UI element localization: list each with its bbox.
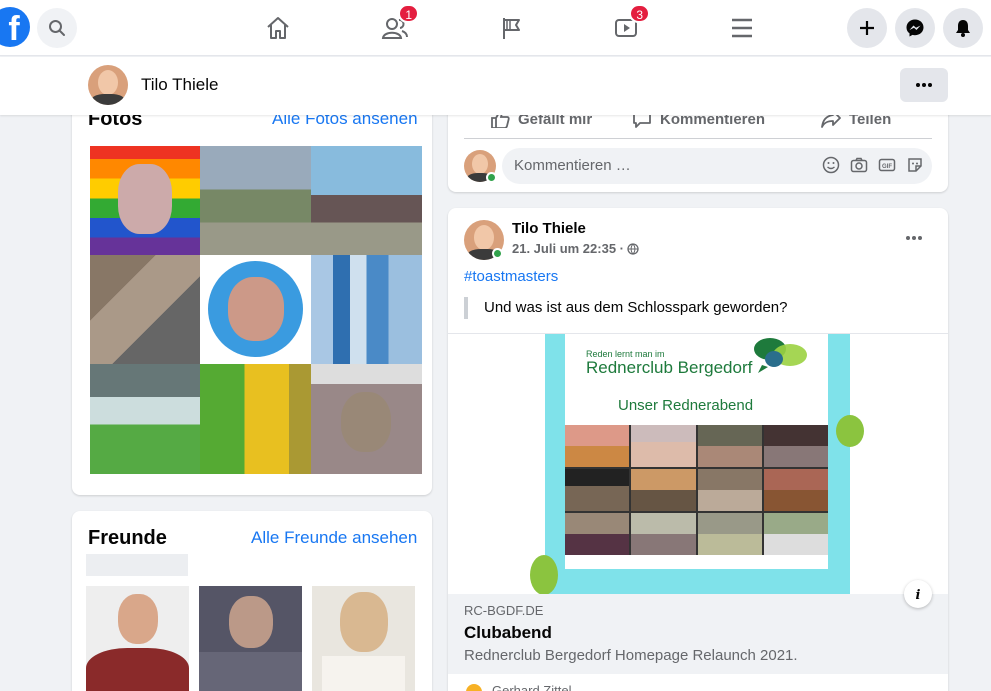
- online-status-dot: [492, 248, 503, 259]
- plus-icon: [860, 21, 874, 35]
- bell-icon: [956, 20, 970, 37]
- notifications-button[interactable]: [943, 8, 983, 48]
- friends-badge: 1: [398, 4, 419, 23]
- home-tab[interactable]: [260, 10, 296, 46]
- profile-name[interactable]: Tilo Thiele: [141, 75, 218, 95]
- post-date[interactable]: 21. Juli um 22:35 ·: [512, 241, 624, 256]
- watch-tab[interactable]: 3: [608, 4, 650, 46]
- svg-text:GIF: GIF: [882, 164, 892, 170]
- divider: [464, 138, 932, 139]
- video-call-collage: [565, 425, 828, 555]
- flyer-subtitle: Unser Rednerabend: [618, 397, 754, 414]
- participant-tile: [565, 425, 630, 467]
- next-comment-author[interactable]: Gerhard Zittel: [492, 683, 571, 691]
- search-icon: [49, 20, 65, 36]
- photo-thumbnail[interactable]: [311, 146, 422, 255]
- messenger-button[interactable]: [895, 8, 935, 48]
- facebook-logo[interactable]: f: [0, 7, 30, 48]
- profile-header-bar: Tilo Thiele: [0, 57, 991, 115]
- friend-count-placeholder: [86, 554, 188, 576]
- camera-icon[interactable]: [850, 156, 868, 174]
- participant-tile: [565, 513, 630, 555]
- photo-thumbnail[interactable]: [90, 146, 200, 255]
- post-options-button[interactable]: [898, 228, 930, 248]
- create-button[interactable]: [847, 8, 887, 48]
- watch-badge: 3: [629, 4, 650, 23]
- svg-text:i: i: [916, 588, 921, 601]
- post-author-name[interactable]: Tilo Thiele: [512, 220, 586, 237]
- quote-bar: [464, 297, 468, 319]
- flag-icon: [503, 18, 520, 39]
- more-icon: [906, 236, 922, 240]
- info-icon: i: [916, 588, 921, 601]
- top-navigation: f 1 3: [0, 0, 991, 56]
- post-meta: 21. Juli um 22:35 ·: [512, 241, 639, 256]
- photo-thumbnail[interactable]: [311, 364, 422, 474]
- photo-thumbnail[interactable]: [200, 364, 311, 474]
- friends-title: Freunde: [88, 527, 167, 549]
- photo-thumbnail[interactable]: [200, 146, 311, 255]
- hamburger-menu-icon: [732, 18, 752, 38]
- photo-thumbnail[interactable]: [200, 255, 311, 364]
- decorative-circle: [836, 415, 864, 447]
- messenger-icon: [906, 19, 924, 37]
- link-domain: RC-BGDF.DE: [464, 603, 544, 618]
- more-icon: [916, 83, 932, 87]
- participant-tile: [631, 513, 696, 555]
- comment-placeholder: Kommentieren …: [514, 157, 631, 174]
- home-icon: [267, 17, 289, 39]
- participant-tile: [763, 469, 828, 511]
- online-status-dot: [486, 172, 497, 183]
- photo-thumbnail[interactable]: [311, 255, 422, 364]
- profile-avatar[interactable]: [88, 65, 128, 105]
- speech-bubbles-icon: [754, 338, 807, 373]
- pages-tab[interactable]: [493, 10, 529, 46]
- menu-tab[interactable]: [724, 10, 760, 46]
- link-description: Rednerclub Bergedorf Homepage Relaunch 2…: [464, 647, 798, 664]
- sticker-icon[interactable]: [906, 156, 924, 174]
- gif-icon[interactable]: GIF: [878, 156, 896, 174]
- participant-tile: [697, 513, 762, 555]
- post-quote: Und was ist aus dem Schlosspark geworden…: [484, 299, 788, 316]
- participant-tile: [697, 425, 762, 467]
- all-friends-link[interactable]: Alle Freunde ansehen: [251, 528, 417, 548]
- flyer-club-name: Rednerclub Bergedorf: [586, 358, 753, 377]
- comment-input[interactable]: Kommentieren … GIF: [502, 148, 932, 184]
- globe-icon: [627, 242, 639, 255]
- photo-thumbnail[interactable]: [90, 255, 200, 364]
- friends-tab[interactable]: 1: [377, 4, 419, 46]
- comment-tools: GIF: [822, 156, 924, 174]
- participant-tile: [565, 469, 630, 511]
- friend-tile[interactable]: [312, 586, 415, 691]
- photos-grid: [90, 146, 422, 474]
- decorative-circle: [530, 555, 558, 595]
- participant-tile: [631, 469, 696, 511]
- friend-tile[interactable]: [86, 586, 189, 691]
- emoji-icon[interactable]: [822, 156, 840, 174]
- photo-thumbnail[interactable]: [90, 364, 200, 474]
- post-hashtag[interactable]: #toastmasters: [464, 268, 558, 285]
- friend-tile[interactable]: [199, 586, 302, 691]
- participant-tile: [763, 513, 828, 555]
- avatar-image: [88, 65, 128, 105]
- info-button[interactable]: i: [904, 580, 932, 608]
- participant-tile: [763, 425, 828, 467]
- search-button[interactable]: [37, 8, 77, 48]
- participant-tile: [631, 425, 696, 467]
- participant-tile: [697, 469, 762, 511]
- link-title[interactable]: Clubabend: [464, 623, 552, 643]
- profile-more-button[interactable]: [900, 68, 948, 102]
